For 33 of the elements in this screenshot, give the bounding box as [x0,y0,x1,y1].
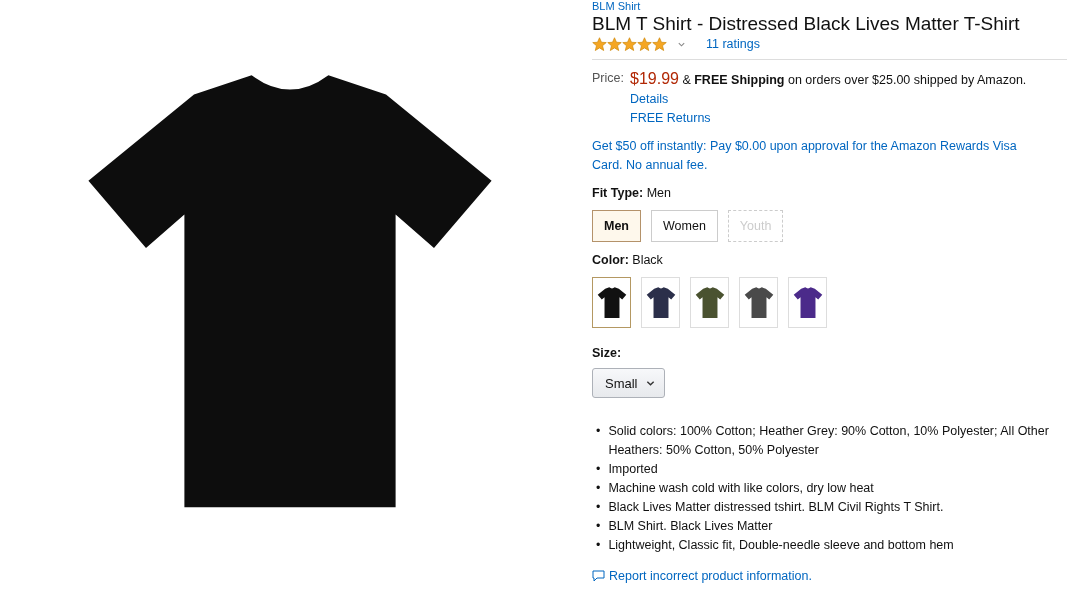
feature-bullet: Imported [608,461,658,478]
ratings-link[interactable]: 11 ratings [706,37,760,51]
feature-bullet: Machine wash cold with like colors, dry low heat [608,480,874,497]
fit-option[interactable]: Men [592,210,641,242]
feature-bullet: BLM Shirt. Black Lives Matter [608,518,773,535]
brand-link[interactable]: BLM Shirt [592,0,641,13]
free-returns-link[interactable]: FREE Returns [630,110,711,127]
speech-bubble-icon [592,570,605,582]
bullet-marker: • [596,537,601,554]
star-rating[interactable] [592,36,667,52]
report-link[interactable]: Report incorrect product information. [592,569,812,583]
fit-type-value: Men [646,186,671,200]
price-label: Price: [592,70,625,87]
feature-bullet: Lightweight, Classic fit, Double-needle sleeve and bottom hem [608,537,954,554]
bullet-marker: • [596,461,601,478]
price-amount: $19.99 [630,70,679,87]
size-dropdown[interactable]: Small [592,368,665,398]
fit-option[interactable]: Women [651,210,718,242]
feature-bullet: Solid colors: 100% Cotton; Heather Grey: 90% Cotton, 10% Polyester; All Other Heathers: 50% Cotton, 50% Polyester [608,423,1050,459]
fit-type-label: Fit Type: [592,186,644,200]
color-value: Black [632,253,663,267]
color-label: Color: [592,253,629,267]
size-label: Size: [592,346,622,360]
details-link[interactable]: Details [630,91,669,108]
product-title: BLM T Shirt - Distressed Black Lives Matter T-Shirt [592,13,1021,35]
promo-link[interactable]: Get $50 off instantly: Pay $0.00 upon approval for the Amazon Rewards Visa Card. No annual fee. [592,137,1047,175]
feature-bullet: Black Lives Matter distressed tshirt. BLM Civil Rights T Shirt. [608,499,944,516]
bullet-marker: • [596,499,601,516]
bullet-marker: • [596,480,601,497]
color-swatch[interactable] [592,277,631,328]
shipping-text: & FREE Shipping on orders over $25.00 shipped by Amazon. [681,73,1027,87]
bullet-marker: • [596,518,601,535]
bullet-marker: • [596,423,601,440]
